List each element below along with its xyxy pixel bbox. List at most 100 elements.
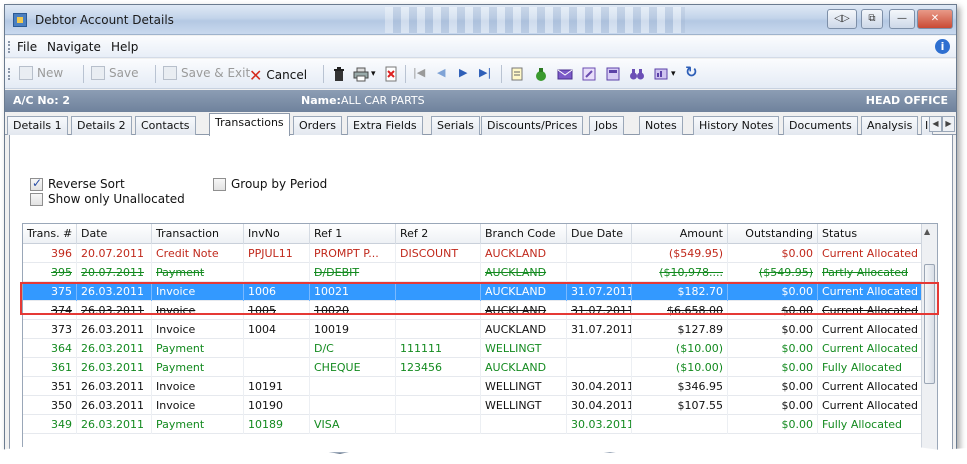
print-dropdown-arrow-icon[interactable]: ▾	[371, 69, 376, 79]
menu-help[interactable]: Help	[111, 40, 138, 54]
new-button[interactable]: New	[19, 66, 63, 80]
table-row[interactable]: 374 26.03.2011 Invoice 1005 10020 AUCKLAND 31.…	[23, 301, 922, 320]
table-row[interactable]: 375 26.03.2011 Invoice 1006 10021 AUCKLAND 31.…	[23, 282, 922, 301]
column-header-invno[interactable]: InvNo	[244, 224, 310, 244]
cell-status: Current Allocated	[818, 377, 922, 396]
cell-type: Payment	[152, 263, 244, 282]
first-record-icon[interactable]: |◀	[413, 66, 425, 79]
tab-details-2[interactable]: Details 2	[71, 116, 132, 135]
report-dropdown-arrow-icon[interactable]: ▾	[671, 69, 676, 79]
column-header-ref1[interactable]: Ref 1	[310, 224, 396, 244]
tab-contacts[interactable]: Contacts	[135, 116, 196, 135]
cell-branch: AUCKLAND	[481, 301, 567, 320]
save-exit-button[interactable]: Save & Exit	[163, 66, 250, 80]
binoculars-icon[interactable]	[629, 66, 645, 82]
restore-window-button[interactable]: ⧉	[861, 9, 883, 29]
scroll-thumb[interactable]	[924, 264, 935, 384]
table-row[interactable]: 396 20.07.2011 Credit Note PPJUL11 PROMPT P.…	[23, 244, 922, 263]
reverse-sort-checkbox[interactable]	[30, 176, 43, 191]
tab-jobs[interactable]: Jobs	[589, 116, 624, 135]
grid-header: Trans. # Date Transaction InvNo Ref 1 Re…	[23, 224, 937, 244]
close-button[interactable]: ✕	[917, 9, 953, 29]
refresh-icon[interactable]: ↻	[685, 63, 698, 81]
cell-trans: 351	[23, 377, 77, 396]
last-record-icon[interactable]: ▶|	[479, 66, 491, 79]
table-row[interactable]: 364 26.03.2011 Payment D/C 111111 WELLINGT ($1…	[23, 339, 922, 358]
column-header-branch-code[interactable]: Branch Code	[481, 224, 567, 244]
cell-ref1: 10021	[310, 282, 396, 301]
cell-amount: $127.89	[632, 320, 728, 339]
column-header-outstanding[interactable]: Outstanding	[728, 224, 818, 244]
notes-icon[interactable]	[509, 66, 525, 82]
prev-record-icon[interactable]: ◀	[437, 66, 445, 79]
tab-serials[interactable]: Serials	[431, 116, 480, 135]
table-row[interactable]: 373 26.03.2011 Invoice 1004 10019 AUCKLAND 31.…	[23, 320, 922, 339]
tab-orders[interactable]: Orders	[293, 116, 342, 135]
report-icon[interactable]	[653, 66, 669, 82]
column-header-amount[interactable]: Amount	[632, 224, 728, 244]
tab-discounts-prices[interactable]: Discounts/Prices	[481, 116, 584, 135]
cell-outstanding: $0.00	[728, 282, 818, 301]
show-unallocated-checkbox[interactable]	[30, 193, 43, 206]
menu-navigate[interactable]: Navigate	[47, 40, 101, 54]
table-row[interactable]: 395 20.07.2011 Payment D/DEBIT AUCKLAND ($10,…	[23, 263, 922, 282]
toolbar-separator	[405, 65, 406, 83]
table-row[interactable]: 351 26.03.2011 Invoice 10191 WELLINGT 30.04.2…	[23, 377, 922, 396]
cell-branch: AUCKLAND	[481, 263, 567, 282]
money-bag-icon[interactable]	[533, 66, 549, 82]
tab-details-1[interactable]: Details 1	[7, 116, 68, 135]
column-header-status[interactable]: Status	[818, 224, 922, 244]
cell-due: 31.07.2011	[567, 320, 632, 339]
table-row[interactable]: 349 26.03.2011 Payment 10189 VISA 30.03.2011 $…	[23, 415, 922, 434]
save-exit-icon	[163, 66, 177, 80]
email-icon[interactable]	[557, 66, 573, 82]
cell-type: Invoice	[152, 320, 244, 339]
info-icon[interactable]: i	[935, 39, 950, 54]
cell-trans: 364	[23, 339, 77, 358]
cell-outstanding: $0.00	[728, 339, 818, 358]
grid-vertical-scrollbar[interactable]: ▲	[921, 224, 937, 452]
column-header-date[interactable]: Date	[77, 224, 152, 244]
nav-toggle-button[interactable]: ◁▷	[827, 9, 857, 29]
cell-status: Current Allocated	[818, 396, 922, 415]
print-icon[interactable]	[353, 66, 369, 82]
tab-documents[interactable]: Documents	[783, 116, 858, 135]
cell-ref2: 111111	[396, 339, 481, 358]
cell-ref2	[396, 282, 481, 301]
scroll-up-icon[interactable]: ▲	[924, 227, 930, 236]
cell-branch: AUCKLAND	[481, 358, 567, 377]
column-header-ref2[interactable]: Ref 2	[396, 224, 481, 244]
minimize-button[interactable]: —	[889, 9, 915, 29]
cell-date: 26.03.2011	[77, 339, 152, 358]
next-record-icon[interactable]: ▶	[459, 66, 467, 79]
tab-extra-fields[interactable]: Extra Fields	[347, 116, 423, 135]
cell-trans: 361	[23, 358, 77, 377]
table-row[interactable]: 350 26.03.2011 Invoice 10190 WELLINGT 30.04.2…	[23, 396, 922, 415]
cell-branch: WELLINGT	[481, 396, 567, 415]
menu-file[interactable]: File	[17, 40, 37, 54]
column-header-due-date[interactable]: Due Date	[567, 224, 632, 244]
account-number: A/C No: 2	[13, 94, 71, 107]
cell-branch: AUCKLAND	[481, 244, 567, 263]
statement-icon[interactable]	[605, 66, 621, 82]
cell-ref2	[396, 320, 481, 339]
cell-date: 20.07.2011	[77, 244, 152, 263]
tab-notes[interactable]: Notes	[639, 116, 683, 135]
show-unallocated-label: Show only Unallocated	[48, 192, 185, 206]
group-by-period-checkbox[interactable]	[213, 178, 226, 191]
column-header-transaction[interactable]: Transaction	[152, 224, 244, 244]
tab-scroll-left-icon[interactable]: ◀	[929, 116, 942, 132]
save-button[interactable]: Save	[91, 66, 138, 80]
tab-scroll-right-icon[interactable]: ▶	[942, 116, 955, 132]
delete-trash-icon[interactable]	[331, 66, 347, 82]
cancel-button[interactable]: ✕ Cancel	[249, 66, 307, 85]
edit-form-icon[interactable]	[581, 66, 597, 82]
tab-history-notes[interactable]: History Notes	[693, 116, 780, 135]
cell-due: 30.04.2011	[567, 377, 632, 396]
title-bar[interactable]: Debtor Account Details ◁▷ ⧉ — ▢ ✕	[5, 5, 956, 35]
tab-transactions[interactable]: Transactions	[209, 113, 290, 136]
column-header-trans[interactable]: Trans. #	[23, 224, 77, 244]
tab-analysis[interactable]: Analysis	[861, 116, 919, 135]
table-row[interactable]: 361 26.03.2011 Payment CHEQUE 123456 AUCKLAND…	[23, 358, 922, 377]
export-pdf-icon[interactable]	[383, 66, 399, 82]
